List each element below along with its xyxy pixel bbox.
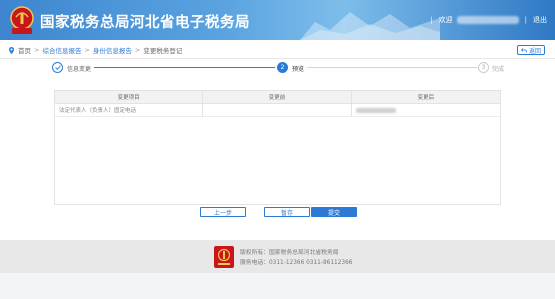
top-banner: 国家税务总局河北省电子税务局 | 欢迎 | 退出 [0,0,555,40]
breadcrumb-home[interactable]: 首页 [18,45,31,55]
cell-change-item: 法定代表人（负责人）固定电话 [55,104,204,116]
tax-emblem-icon [10,6,34,34]
step-1-label: 信息变更 [67,66,92,73]
header-after: 变更后 [417,95,435,101]
breadcrumb-identity-report[interactable]: 身份信息报告 [93,45,132,55]
divider [0,58,555,59]
tax-emblem-icon [214,246,234,268]
previous-step-button[interactable]: 上一步 [200,207,246,217]
user-area: | 欢迎 | 退出 [424,13,547,27]
welcome-text: 欢迎 [438,16,453,24]
user-name-redacted [456,16,519,24]
breadcrumb: 首页 > 综合信息报告 > 身份信息报告 > 变更税务登记 [9,45,182,55]
footer: 版权所有：国家税务总局河北省税务局 服务电话：0311-12366 0311-8… [0,240,555,273]
header-before: 变更前 [203,91,352,103]
footer-hotline: 服务电话：0311-12366 0311-86112366 [240,260,353,266]
breadcrumb-arrow: > [84,46,90,54]
redacted-value [355,107,396,113]
site-title: 国家税务总局河北省电子税务局 [40,15,250,31]
great-wall-illustration [300,12,440,40]
return-arrow-icon [520,47,527,52]
footer-copyright: 版权所有：国家税务总局河北省税务局 [240,250,339,256]
cell-after [352,104,500,116]
breadcrumb-current: 变更税务登记 [143,47,183,55]
breadcrumb-comprehensive-report[interactable]: 综合信息报告 [42,45,81,55]
step-3-circle: 3 [478,62,489,73]
location-pin-icon [9,46,14,54]
submit-button[interactable]: 提交 [311,207,357,217]
main-content: 首页 > 综合信息报告 > 身份信息报告 > 变更税务登记 返回 信息变更 2 … [0,40,555,240]
footer-text: 版权所有：国家税务总局河北省税务局 服务电话：0311-12366 0311-8… [240,248,352,268]
step-2-label: 预览 [292,66,305,73]
logout-link[interactable]: 退出 [533,15,547,25]
breadcrumb-arrow: > [134,46,141,54]
table-header: 变更项目 变更前 变更后 [55,91,500,104]
step-1-check-icon [52,62,63,73]
separator: | [430,16,433,24]
back-button-label: 返回 [528,47,541,55]
step-connector-2 [307,67,477,68]
cell-before [203,104,352,116]
step-3-label: 完成 [492,66,505,73]
save-draft-button[interactable]: 暂存 [264,207,310,217]
step-2-circle: 2 [277,62,288,73]
step-connector-1 [94,67,275,68]
separator: | [524,16,527,24]
table-row: 法定代表人（负责人）固定电话 [55,104,500,117]
progress-steps: 信息变更 2 预览 3 完成 [52,61,506,75]
back-button[interactable]: 返回 [517,45,545,55]
header-change-item: 变更项目 [55,91,204,103]
breadcrumb-arrow: > [34,46,40,54]
change-items-table: 变更项目 变更前 变更后 法定代表人（负责人）固定电话 [54,90,501,205]
